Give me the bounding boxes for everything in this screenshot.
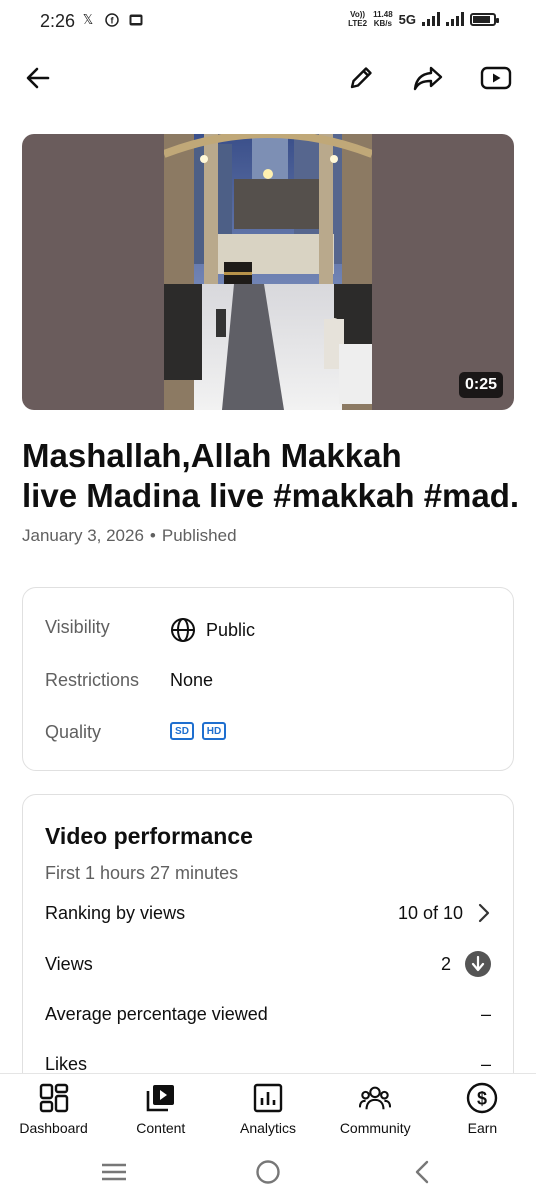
share-icon[interactable] <box>408 58 448 98</box>
nav-earn-label: Earn <box>467 1120 498 1136</box>
nav-content-label: Content <box>136 1120 186 1136</box>
performance-title: Video performance <box>45 823 253 849</box>
visibility-label: Visibility <box>45 617 110 637</box>
likes-label: Likes <box>45 1053 88 1074</box>
status-bar: 2:26 𝕏 f Vo)) LTE2 11.48 KB/s 5G <box>0 0 536 44</box>
restrictions-label: Restrictions <box>45 670 140 690</box>
network-speed: 11.48 KB/s <box>373 10 393 28</box>
back-arrow-icon[interactable] <box>18 58 58 98</box>
views-row: Views 2 <box>45 949 491 979</box>
recents-menu-icon[interactable] <box>99 1157 129 1187</box>
signal-icon-2 <box>446 12 464 26</box>
community-icon <box>359 1082 392 1114</box>
visibility-text: Public <box>206 619 256 640</box>
visibility-value: Public <box>170 617 255 643</box>
video-title-line-2: live Madina live #makkah #mad.. <box>22 477 518 514</box>
nav-analytics[interactable]: Analytics <box>214 1074 321 1145</box>
avg-percentage-label: Average percentage viewed <box>45 1003 268 1024</box>
video-title: Mashallah,Allah Makkah live Madina live … <box>22 436 518 516</box>
meta-separator: • <box>149 526 156 545</box>
signal-icon <box>422 12 440 26</box>
nav-earn[interactable]: $ Earn <box>429 1074 536 1145</box>
network-type: 5G <box>398 11 416 27</box>
nav-community[interactable]: Community <box>322 1074 429 1145</box>
svg-text:f: f <box>111 16 115 26</box>
nav-content[interactable]: Content <box>107 1074 214 1145</box>
arrow-down-circle-icon <box>465 951 491 977</box>
views-value: 2 <box>440 953 451 974</box>
system-navigation-bar <box>0 1145 536 1200</box>
video-thumbnail[interactable]: 0:25 <box>22 134 514 410</box>
system-back-icon[interactable] <box>407 1157 437 1187</box>
likes-value: – <box>480 1053 491 1074</box>
nav-analytics-label: Analytics <box>239 1120 297 1136</box>
video-title-line-1: Mashallah,Allah Makkah <box>22 437 402 474</box>
avg-percentage-row: Average percentage viewed – <box>45 999 491 1029</box>
nav-community-label: Community <box>339 1120 411 1136</box>
content-icon <box>145 1082 177 1114</box>
sd-badge: SD <box>170 722 194 740</box>
video-performance-card: Video performance First 1 hours 27 minut… <box>22 794 514 1094</box>
status-time: 2:26 <box>40 11 76 31</box>
analytics-icon <box>252 1082 284 1114</box>
earn-dollar-icon: $ <box>466 1082 498 1114</box>
youtube-icon[interactable] <box>476 58 516 98</box>
x-icon: 𝕏 <box>82 12 94 27</box>
status-right: Vo)) LTE2 11.48 KB/s 5G <box>348 10 499 28</box>
chevron-right-icon <box>478 903 490 923</box>
bottom-navigation: Dashboard Content Analytics Community $ … <box>0 1073 536 1145</box>
video-details-card[interactable]: Visibility Public Restrictions None Qual… <box>22 587 514 771</box>
top-app-bar <box>0 54 536 104</box>
dashboard-icon <box>38 1082 70 1114</box>
nav-dashboard[interactable]: Dashboard <box>0 1074 107 1145</box>
globe-icon <box>171 618 195 642</box>
performance-subtitle: First 1 hours 27 minutes <box>45 863 239 883</box>
views-label: Views <box>45 953 93 974</box>
gallery-icon <box>128 12 144 28</box>
publish-date: January 3, 2026 <box>22 526 144 545</box>
avg-percentage-value: – <box>480 1003 491 1024</box>
hd-badge: HD <box>202 722 226 740</box>
home-circle-icon[interactable] <box>253 1157 283 1187</box>
network-indicator: Vo)) LTE2 <box>348 10 368 28</box>
notification-icons: 𝕏 f <box>80 12 144 28</box>
publish-status: Published <box>161 526 237 545</box>
video-frame-image <box>164 134 372 410</box>
restrictions-value: None <box>170 670 214 690</box>
ranking-label: Ranking by views <box>45 902 186 923</box>
quality-label: Quality <box>45 722 102 742</box>
facebook-icon: f <box>104 12 120 28</box>
svg-text:$: $ <box>477 1089 487 1109</box>
ranking-value: 10 of 10 <box>397 902 463 923</box>
edit-pencil-icon[interactable] <box>341 58 381 98</box>
ranking-row[interactable]: Ranking by views 10 of 10 <box>45 898 491 928</box>
video-duration: 0:25 <box>458 372 503 398</box>
quality-badges: SD HD <box>170 722 234 740</box>
battery-icon <box>470 12 499 26</box>
video-meta: January 3, 2026 • Published <box>22 526 237 546</box>
nav-dashboard-label: Dashboard <box>19 1120 88 1136</box>
